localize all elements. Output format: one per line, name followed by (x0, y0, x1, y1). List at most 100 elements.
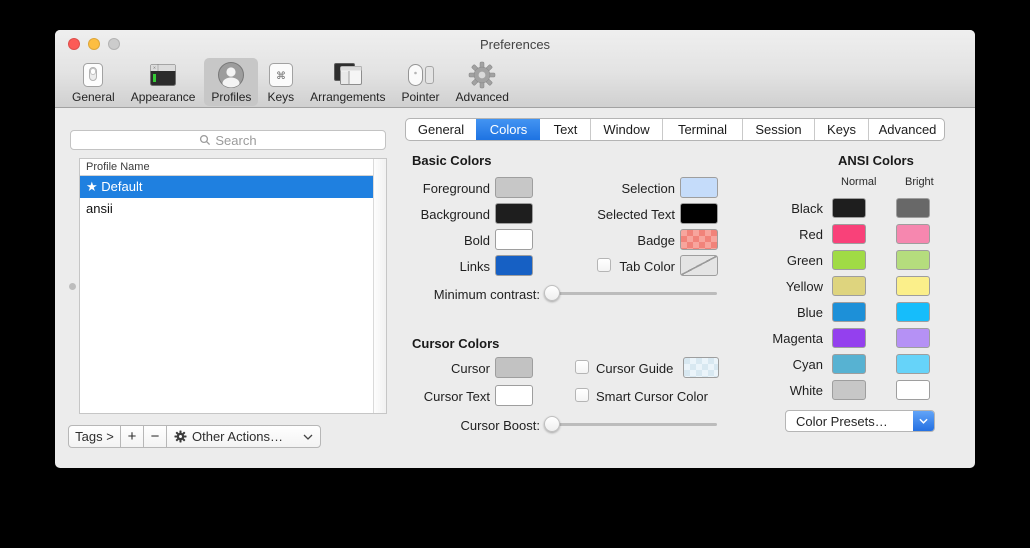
links-swatch[interactable] (495, 255, 533, 276)
profile-row-ansii[interactable]: ansii (80, 198, 373, 220)
selected-text-swatch[interactable] (680, 203, 718, 224)
ansi-bright-swatch[interactable] (896, 250, 930, 270)
cursor-guide-label: Cursor Guide (596, 361, 673, 376)
splitter-dot (69, 283, 76, 290)
color-presets-dropdown[interactable]: Color Presets… (785, 410, 935, 432)
tab-general[interactable]: General (406, 119, 476, 140)
profile-row-default[interactable]: ★ Default (80, 176, 373, 198)
toolbar-item-profiles[interactable]: Profiles (204, 58, 258, 106)
ansi-bright-swatch[interactable] (896, 198, 930, 218)
ansi-normal-swatch[interactable] (832, 198, 866, 218)
toolbar-item-label: Pointer (402, 90, 440, 104)
toolbar-item-pointer[interactable]: Pointer (395, 58, 447, 106)
ansi-color-row: Cyan (735, 351, 930, 377)
ansi-normal-swatch[interactable] (832, 276, 866, 296)
ansi-bright-swatch[interactable] (896, 328, 930, 348)
tab-text[interactable]: Text (540, 119, 590, 140)
cursor-boost-slider[interactable] (545, 416, 717, 432)
ansi-color-row: Yellow (735, 273, 930, 299)
ansi-normal-swatch[interactable] (832, 250, 866, 270)
tab-colors[interactable]: Colors (476, 119, 540, 140)
tags-button[interactable]: Tags > (68, 425, 121, 448)
toolbar-item-advanced[interactable]: Advanced (449, 58, 516, 106)
tab-terminal[interactable]: Terminal (662, 119, 742, 140)
tab-window[interactable]: Window (590, 119, 662, 140)
ansi-bright-swatch[interactable] (896, 302, 930, 322)
ansi-color-name: Cyan (735, 357, 832, 372)
toolbar-item-general[interactable]: General (65, 58, 122, 106)
remove-profile-button[interactable]: − (143, 425, 167, 448)
toolbar-item-keys[interactable]: ⌘ Keys (260, 58, 301, 106)
bold-label: Bold (370, 233, 490, 248)
preferences-window: Preferences General × Appearance Profile… (55, 30, 975, 468)
basic-colors-title: Basic Colors (412, 153, 491, 168)
background-swatch[interactable] (495, 203, 533, 224)
ansi-color-name: Yellow (735, 279, 832, 294)
svg-text:⌘: ⌘ (276, 71, 286, 82)
toolbar-item-arrangements[interactable]: Arrangements (303, 58, 392, 106)
tab-advanced[interactable]: Advanced (868, 119, 945, 140)
selection-label: Selection (535, 181, 675, 196)
ansi-normal-swatch[interactable] (832, 328, 866, 348)
ansi-color-name: Green (735, 253, 832, 268)
ansi-bright-swatch[interactable] (896, 380, 930, 400)
cursor-guide-checkbox[interactable] (575, 360, 589, 374)
ansi-color-row: White (735, 377, 930, 403)
foreground-swatch[interactable] (495, 177, 533, 198)
profiles-icon (217, 61, 245, 89)
tab-color-swatch[interactable] (680, 255, 718, 276)
ansi-color-row: Magenta (735, 325, 930, 351)
slider-track[interactable] (545, 423, 717, 426)
chevron-down-icon (919, 418, 928, 424)
badge-swatch[interactable] (680, 229, 718, 250)
toolbar-item-appearance[interactable]: × Appearance (124, 58, 203, 106)
add-profile-button[interactable]: + (120, 425, 144, 448)
search-input[interactable]: Search (70, 130, 386, 150)
slider-knob[interactable] (544, 416, 560, 432)
cursor-guide-swatch[interactable] (683, 357, 719, 378)
dropdown-arrow-button (913, 411, 934, 431)
badge-label: Badge (535, 233, 675, 248)
ansi-color-name: Magenta (735, 331, 832, 346)
ansi-color-row: Green (735, 247, 930, 273)
ansi-color-name: Black (735, 201, 832, 216)
smart-cursor-label: Smart Cursor Color (596, 389, 708, 404)
tab-session[interactable]: Session (742, 119, 814, 140)
slider-track[interactable] (545, 292, 717, 295)
ansi-bright-swatch[interactable] (896, 224, 930, 244)
arrangements-icon (333, 61, 363, 89)
smart-cursor-checkbox[interactable] (575, 388, 589, 402)
profile-footer-buttons: Tags > + − Other Actions… (68, 425, 321, 448)
ansi-bright-swatch[interactable] (896, 276, 930, 296)
cursor-label: Cursor (370, 361, 490, 376)
min-contrast-slider[interactable] (545, 285, 717, 301)
window-chrome: Preferences General × Appearance Profile… (55, 30, 975, 108)
ansi-normal-swatch[interactable] (832, 354, 866, 374)
ansi-bright-header: Bright (905, 176, 934, 188)
ansi-bright-swatch[interactable] (896, 354, 930, 374)
advanced-icon (468, 61, 496, 89)
other-actions-button[interactable]: Other Actions… (166, 425, 321, 448)
ansi-color-row: Black (735, 195, 930, 221)
svg-text:×: × (153, 66, 156, 72)
bold-swatch[interactable] (495, 229, 533, 250)
profile-table-header: Profile Name (80, 159, 386, 176)
tab-keys[interactable]: Keys (814, 119, 868, 140)
ansi-normal-swatch[interactable] (832, 380, 866, 400)
cursor-text-swatch[interactable] (495, 385, 533, 406)
profile-name: Default (101, 179, 142, 194)
foreground-label: Foreground (370, 181, 490, 196)
ansi-color-name: Blue (735, 305, 832, 320)
toolbar-item-label: General (72, 90, 115, 104)
chevron-down-icon (303, 434, 313, 440)
search-icon (199, 134, 211, 146)
cursor-swatch[interactable] (495, 357, 533, 378)
ansi-normal-swatch[interactable] (832, 302, 866, 322)
ansi-normal-swatch[interactable] (832, 224, 866, 244)
gear-icon (174, 430, 187, 443)
other-actions-label: Other Actions… (192, 429, 283, 444)
slider-knob[interactable] (544, 285, 560, 301)
selection-swatch[interactable] (680, 177, 718, 198)
profile-name: ansii (86, 201, 113, 216)
ansi-color-name: White (735, 383, 832, 398)
